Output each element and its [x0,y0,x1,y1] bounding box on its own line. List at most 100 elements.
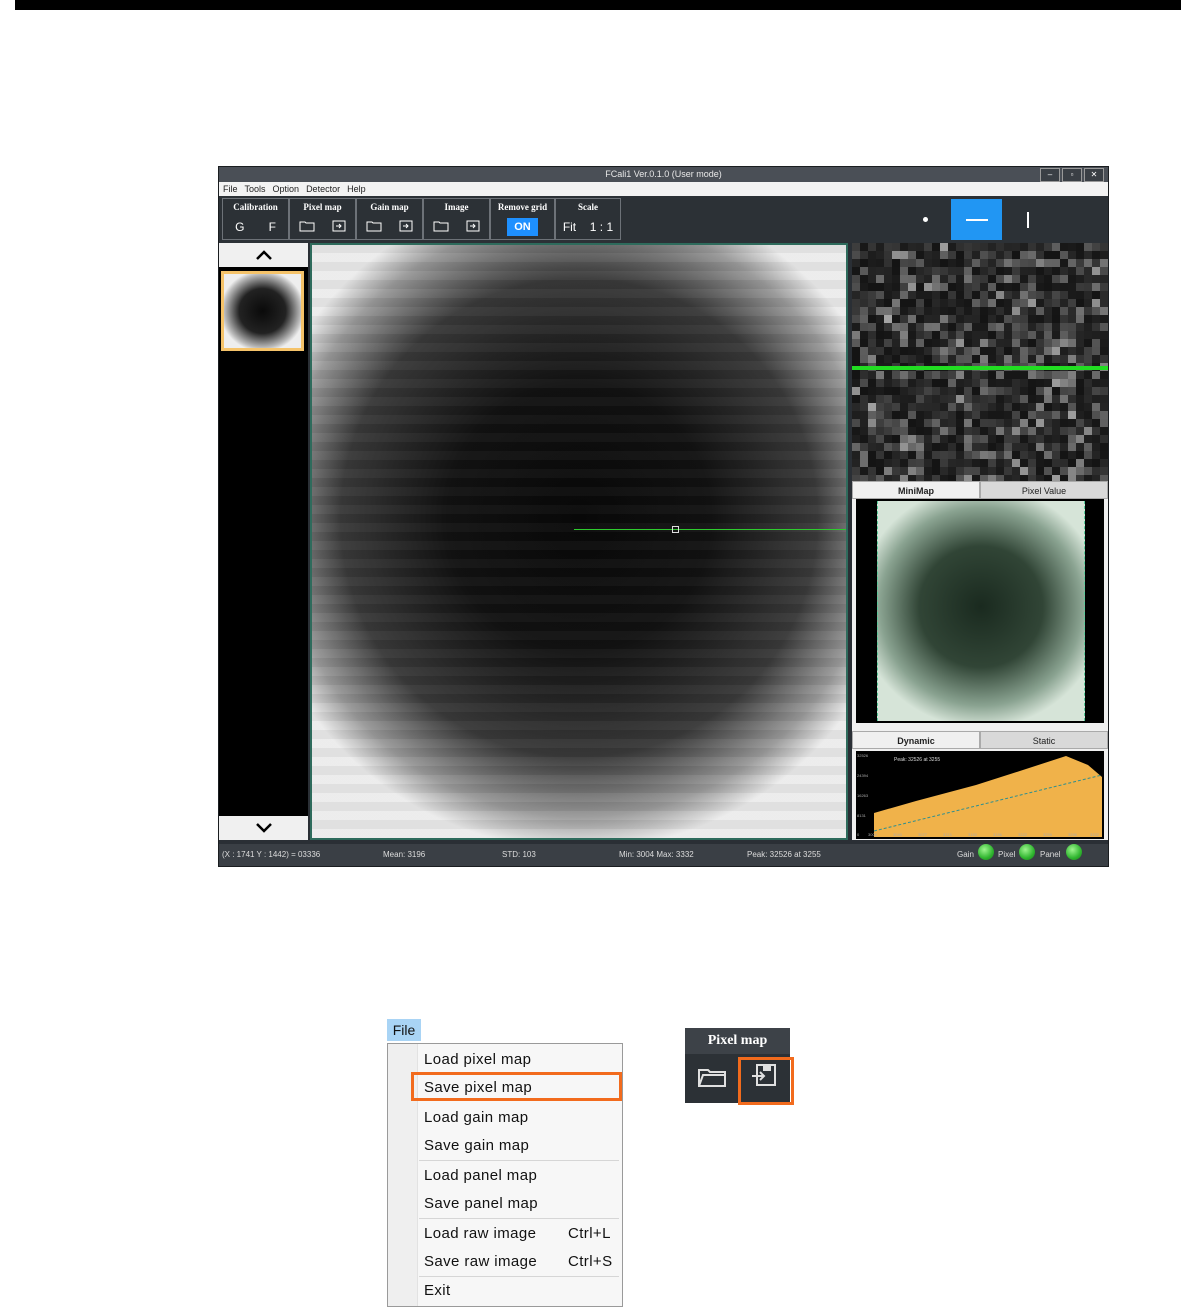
histogram-y-tick: 8131 [857,813,867,818]
tab-pixel-value[interactable]: Pixel Value [980,481,1108,499]
status-coords: (X : 1741 Y : 1442) = 03336 [222,850,321,859]
highlight-save-file-icon [738,1057,794,1105]
menu-item-label: Exit [424,1282,451,1299]
save-file-icon[interactable] [466,220,480,235]
menu-item-save-panel-map[interactable]: Save panel map [424,1195,538,1212]
gain-label: Gain [957,850,974,859]
menu-item-label: Save raw image [424,1253,538,1270]
menu-item-exit[interactable]: Exit [424,1282,451,1299]
open-folder-icon[interactable] [299,220,315,235]
histogram-x-tick: 3040 [893,832,903,837]
menu-detector[interactable]: Detector [306,182,340,196]
menu-separator [419,1276,619,1277]
menu-item-save-raw-image[interactable]: Save raw image Ctrl+S [424,1253,612,1270]
close-button[interactable]: ✕ [1084,168,1104,182]
menu-item-load-panel-map[interactable]: Load panel map [424,1167,537,1184]
scale-1to1-button[interactable]: 1 : 1 [590,220,613,234]
image-group: Image [423,198,490,240]
file-menu-header[interactable]: File [387,1019,421,1041]
tab-minimap[interactable]: MiniMap [852,481,980,499]
histogram-x-tick: 3222 [1018,832,1028,837]
dot-icon [923,217,928,222]
image-title: Image [444,202,469,212]
menu-tools[interactable]: Tools [245,182,266,196]
menu-item-label: Load panel map [424,1167,538,1184]
status-std: STD: 103 [502,850,536,859]
histogram-y-tick: 0 [857,832,860,837]
remove-grid-toggle[interactable]: ON [507,218,538,236]
page-top-rule [15,0,1181,10]
file-dropdown-menu: Load pixel map Save pixel map Load gain … [387,1043,623,1307]
menu-item-load-pixel-map[interactable]: Load pixel map [424,1051,531,1068]
remove-grid-group: Remove grid ON [490,198,555,240]
calibration-f-button[interactable]: F [269,220,276,234]
histogram-annotation: Peak: 32526 at 3255 [894,757,940,763]
menu-option[interactable]: Option [273,182,300,196]
view-mode-buttons [900,199,1053,240]
histogram-x-tick: 3296 [1068,832,1078,837]
pixel-map-group: Pixel map [289,198,356,240]
status-mean: Mean: 3196 [383,850,426,859]
menu-item-label: Load gain map [424,1109,529,1126]
calibration-group: Calibration G F [222,198,289,240]
dot-mode-button[interactable] [900,199,951,240]
calibration-g-button[interactable]: G [235,220,244,234]
histogram: Peak: 32526 at 3255 32526 24394 16263 81… [856,751,1104,839]
zoom-view [852,243,1108,481]
tab-static[interactable]: Static [980,731,1108,749]
minimap[interactable] [856,499,1104,723]
menu-item-save-gain-map[interactable]: Save gain map [424,1137,529,1154]
menu-item-shortcut: Ctrl+L [568,1225,611,1242]
menu-item-label: Save gain map [424,1137,530,1154]
pixel-map-title: Pixel map [303,202,342,212]
main-image-view[interactable] [310,243,848,840]
restore-button[interactable]: ▫ [1062,168,1082,182]
menu-item-label: Load pixel map [424,1051,532,1068]
window-title: FCali1 Ver.0.1.0 (User mode) [605,169,722,179]
menu-item-shortcut: Ctrl+S [568,1253,613,1270]
status-peak: Peak: 32526 at 3255 [747,850,821,859]
scale-group: Scale Fit 1 : 1 [555,198,621,240]
horizontal-line-mode-button[interactable] [951,199,1002,240]
histogram-tabs: Dynamic Static [852,731,1108,749]
pixel-map-panel-title: Pixel map [685,1028,790,1054]
histogram-x-tick: 3113 [943,832,952,837]
fcali-app-window: FCali1 Ver.0.1.0 (User mode) ‒ ▫ ✕ File … [218,166,1109,867]
scroll-down-button[interactable] [219,816,308,840]
chevron-up-icon [255,250,272,260]
status-bar: (X : 1741 Y : 1442) = 03336 Mean: 3196 S… [219,844,1108,866]
vertical-line-mode-button[interactable] [1002,199,1053,240]
status-minmax: Min: 3004 Max: 3332 [619,850,694,859]
toolbar: Calibration G F Pixel map Gain map Image [219,196,1108,243]
menu-item-load-gain-map[interactable]: Load gain map [424,1109,528,1126]
scale-fit-button[interactable]: Fit [563,220,576,234]
histogram-x-tick: 3004 [868,832,878,837]
menubar: File Tools Option Detector Help [219,182,1108,196]
calibration-title: Calibration [233,202,278,212]
zoom-cursor-line [852,366,1108,370]
menu-file[interactable]: File [223,182,238,196]
menu-item-load-raw-image[interactable]: Load raw image Ctrl+L [424,1225,610,1242]
right-panel: MiniMap Pixel Value Dynamic Static Peak:… [852,243,1108,840]
open-folder-icon[interactable] [366,220,382,235]
save-file-icon[interactable] [399,220,413,235]
menu-separator [419,1160,619,1161]
tab-dynamic[interactable]: Dynamic [852,731,980,749]
pixel-label: Pixel [998,850,1016,859]
histogram-x-tick: 3186 [993,832,1003,837]
menu-help[interactable]: Help [347,182,366,196]
image-thumbnail[interactable] [221,271,304,351]
histogram-x-tick: 3332 [1090,832,1100,837]
histogram-y-tick: 32526 [857,753,869,758]
open-folder-icon[interactable] [697,1066,727,1093]
scroll-up-button[interactable] [219,243,308,267]
window-titlebar: FCali1 Ver.0.1.0 (User mode) ‒ ▫ ✕ [219,167,1108,182]
vertical-line-icon [1026,211,1029,228]
save-file-icon[interactable] [332,220,346,235]
open-folder-icon[interactable] [433,220,449,235]
minimize-button[interactable]: ‒ [1040,168,1060,182]
panel-label: Panel [1040,850,1061,859]
histogram-y-tick: 16263 [857,793,869,798]
cursor-box [672,526,679,533]
histogram-x-tick: 3150 [968,832,978,837]
